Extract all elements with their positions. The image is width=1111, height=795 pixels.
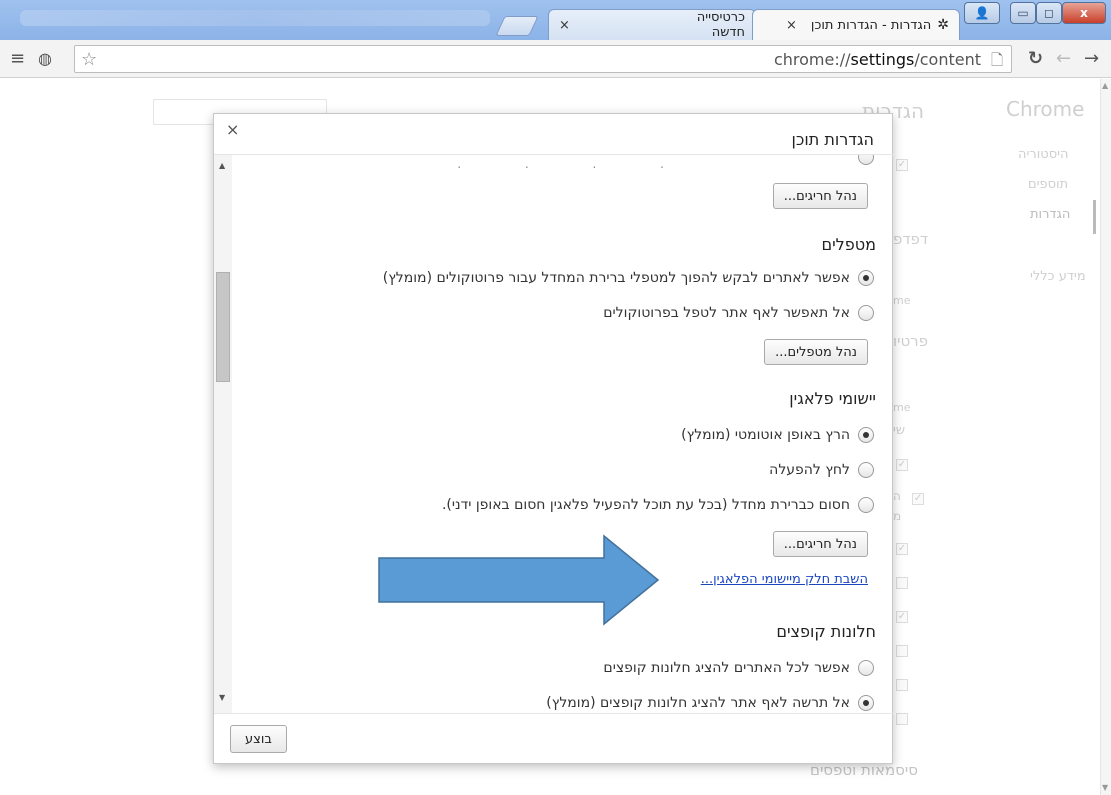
- bg-checkbox[interactable]: ✓: [896, 611, 908, 623]
- bg-checkbox[interactable]: [896, 645, 908, 657]
- radio-button[interactable]: [858, 427, 874, 443]
- forward-icon[interactable]: ←: [1056, 48, 1071, 69]
- page-scrollbar[interactable]: ▲ ▼: [1100, 79, 1111, 795]
- radio-label: חסום כברירת מחדל (בכל עת תוכל להפעיל פלא…: [441, 497, 850, 513]
- arrow-shape: [378, 534, 660, 626]
- radio-label: אפשר לאתרים לבקש להפוך למטפלי ברירת המחד…: [382, 270, 850, 286]
- annotation-arrow: [378, 534, 660, 626]
- radio-option[interactable]: אפשר לכל האתרים להציג חלונות קופצים: [603, 660, 874, 676]
- scroll-down-icon[interactable]: ▼: [1102, 783, 1108, 792]
- manage-exceptions-button[interactable]: נהל חריגים...: [772, 183, 868, 209]
- menu-icon[interactable]: ≡: [10, 48, 25, 69]
- radio-option[interactable]: לחץ להפעלה: [769, 462, 874, 478]
- minimize-button[interactable]: ▭: [1010, 2, 1036, 24]
- manage-exceptions-button[interactable]: נהל חריגים...: [772, 531, 868, 557]
- bg-fragment: מ: [893, 509, 902, 523]
- scroll-up-icon[interactable]: ▲: [1102, 81, 1108, 90]
- done-button[interactable]: בוצע: [230, 725, 287, 753]
- url-text: chrome://settings/content: [773, 50, 981, 69]
- gear-icon: ✲: [937, 17, 949, 33]
- radio-label: לחץ להפעלה: [769, 462, 850, 478]
- blurred-area: [20, 10, 490, 26]
- dialog-scrollbar[interactable]: ▲ ▼: [214, 155, 232, 713]
- sidebar-item-settings[interactable]: הגדרות: [1030, 207, 1070, 222]
- chrome-brand: Chrome: [1006, 97, 1085, 121]
- disable-plugins-link[interactable]: השבת חלק מיישומי הפלאגין...: [701, 572, 868, 587]
- bg-checkbox[interactable]: [896, 679, 908, 691]
- sidebar-item-about[interactable]: מידע כללי: [1030, 269, 1086, 284]
- bg-checkbox[interactable]: [896, 577, 908, 589]
- bg-checkbox[interactable]: [896, 713, 908, 725]
- star-icon[interactable]: ☆: [81, 49, 97, 70]
- scrollbar-thumb[interactable]: [216, 272, 230, 382]
- dialog-close-icon[interactable]: ×: [226, 120, 239, 139]
- radio-option[interactable]: אפשר לאתרים לבקש להפוך למטפלי ברירת המחד…: [383, 270, 874, 286]
- radio-option[interactable]: הרץ באופן אוטומטי (מומלץ): [681, 427, 874, 443]
- bg-fragment: שי: [893, 423, 906, 438]
- radio-label: אל תאפשר לאף אתר לטפל בפרוטוקולים: [603, 305, 850, 321]
- radio-button[interactable]: [858, 660, 874, 676]
- reload-icon[interactable]: ↻: [1028, 48, 1043, 69]
- bg-fragment: דפדפ: [893, 230, 929, 248]
- window-titlebar: כרטיסייה חדשה × ✲ הגדרות - הגדרות תוכן ×…: [0, 0, 1111, 40]
- dialog-scroll-area[interactable]: ▲ ▼ . . . . נהל חריגים... מטפלים אפשר לא…: [214, 154, 894, 714]
- bg-checkbox[interactable]: ✓: [896, 159, 908, 171]
- bg-fragment: me: [893, 294, 911, 307]
- tab-label: כרטיסייה חדשה: [696, 10, 745, 40]
- tab-close-icon[interactable]: ×: [559, 18, 570, 33]
- close-window-button[interactable]: x: [1062, 2, 1106, 24]
- scroll-down-icon[interactable]: ▼: [219, 693, 225, 702]
- tab-settings[interactable]: ✲ הגדרות - הגדרות תוכן ×: [752, 9, 960, 40]
- new-tab-button[interactable]: [495, 16, 539, 36]
- dialog-title: הגדרות תוכן: [791, 130, 874, 149]
- back-icon[interactable]: →: [1084, 48, 1099, 69]
- bg-fragment: me: [893, 401, 911, 414]
- section-title-popups: חלונות קופצים: [776, 622, 876, 641]
- scroll-up-icon[interactable]: ▲: [219, 161, 225, 170]
- radio-button[interactable]: [858, 695, 874, 711]
- address-bar[interactable]: ☆ chrome://settings/content 🗋: [74, 45, 1012, 73]
- radio-option[interactable]: אל תרשה לאף אתר להציג חלונות קופצים (מומ…: [546, 695, 874, 711]
- tab-close-icon[interactable]: ×: [786, 18, 797, 33]
- radio-button[interactable]: [858, 305, 874, 321]
- partial-text: . . . .: [457, 157, 694, 171]
- content-settings-dialog: × הגדרות תוכן ▲ ▼ . . . . נהל חריגים... …: [213, 113, 894, 764]
- sidebar-item-extensions[interactable]: תוספים: [1028, 177, 1068, 192]
- manage-handlers-button[interactable]: נהל מטפלים...: [764, 339, 868, 365]
- browser-toolbar: ≡ ◍ ☆ chrome://settings/content 🗋 ↻ ← →: [0, 40, 1111, 78]
- radio-button[interactable]: [858, 155, 874, 165]
- radio-button[interactable]: [858, 497, 874, 513]
- bg-fragment: ה: [893, 489, 901, 503]
- extension-icon[interactable]: ◍: [38, 49, 52, 68]
- radio-button[interactable]: [858, 270, 874, 286]
- section-title-handlers: מטפלים: [821, 235, 876, 254]
- sidebar-item-history[interactable]: היסטוריה: [1018, 147, 1069, 162]
- tab-new-tab[interactable]: כרטיסייה חדשה ×: [548, 9, 756, 40]
- user-icon[interactable]: 👤: [964, 2, 1000, 24]
- radio-option[interactable]: אל תאפשר לאף אתר לטפל בפרוטוקולים: [603, 305, 874, 321]
- page-icon: 🗋: [990, 51, 1003, 69]
- radio-label: אל תרשה לאף אתר להציג חלונות קופצים (מומ…: [546, 695, 850, 711]
- maximize-button[interactable]: ◻: [1036, 2, 1062, 24]
- radio-label: הרץ באופן אוטומטי (מומלץ): [681, 427, 850, 443]
- dialog-content: . . . . נהל חריגים... מטפלים אפשר לאתרים…: [234, 155, 894, 713]
- bg-checkbox[interactable]: ✓: [896, 459, 908, 471]
- bg-checkbox[interactable]: ✓: [912, 493, 924, 505]
- radio-label: אפשר לכל האתרים להציג חלונות קופצים: [603, 660, 850, 676]
- radio-button[interactable]: [858, 462, 874, 478]
- radio-option[interactable]: חסום כברירת מחדל (בכל עת תוכל להפעיל פלא…: [442, 497, 874, 513]
- bg-checkbox[interactable]: ✓: [896, 543, 908, 555]
- section-title-plugins: יישומי פלאגין: [789, 389, 876, 408]
- bg-fragment: פרטיו: [893, 332, 929, 350]
- tab-label: הגדרות - הגדרות תוכן: [810, 17, 932, 33]
- sidebar-active-marker: [1093, 200, 1096, 234]
